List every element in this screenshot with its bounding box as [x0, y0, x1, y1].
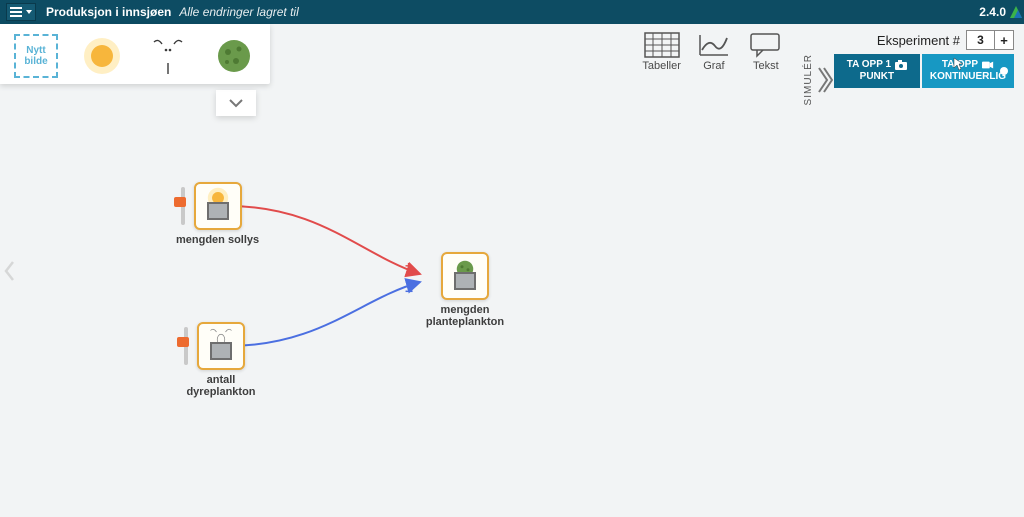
new-image-label: Nytt bilde [24, 45, 47, 67]
phytoplankton-icon [214, 36, 254, 76]
chevron-left-icon [3, 260, 17, 282]
palette-item-phytoplankton[interactable] [212, 34, 256, 78]
sidebar-collapse-handle[interactable] [2, 253, 18, 289]
node-mengden-planteplankton[interactable]: mengden planteplankton [420, 252, 510, 328]
window-titlebar: Produksjon i innsjøen Alle endringer lag… [0, 0, 1024, 24]
palette-expand-button[interactable] [216, 90, 256, 116]
app-title: Produksjon i innsjøen [46, 5, 171, 19]
node-label: mengden sollys [176, 234, 259, 246]
app-logo-icon [1010, 6, 1022, 18]
sun-icon [82, 36, 122, 76]
relation-sign-minus: − [405, 283, 413, 299]
main-menu-button[interactable] [6, 3, 36, 21]
chevron-down-icon [228, 95, 244, 111]
node-box[interactable] [441, 252, 489, 300]
node-antall-dyreplankton[interactable]: antall dyreplankton [176, 322, 266, 398]
relations-layer: + − [0, 24, 1024, 517]
new-image-button[interactable]: Nytt bilde [14, 34, 58, 78]
node-label: mengden planteplankton [420, 304, 510, 328]
chevron-down-icon [26, 10, 32, 14]
save-status: Alle endringer lagret til [179, 5, 298, 19]
zooplankton-icon [148, 36, 188, 76]
node-label: antall dyreplankton [176, 374, 266, 398]
node-mengden-sollys[interactable]: mengden sollys [176, 182, 259, 246]
diagram-canvas[interactable]: + − mengden sollys antall dyrepla [0, 24, 1024, 517]
app-version: 2.4.0 [979, 5, 1006, 19]
node-box[interactable] [194, 182, 242, 230]
node-slider[interactable] [181, 327, 191, 365]
node-slider[interactable] [178, 187, 188, 225]
palette-item-sun[interactable] [80, 34, 124, 78]
element-palette: Nytt bilde [0, 24, 270, 84]
palette-item-zooplankton[interactable] [146, 34, 190, 78]
relation-sign-plus: + [405, 259, 412, 273]
node-box[interactable] [197, 322, 245, 370]
